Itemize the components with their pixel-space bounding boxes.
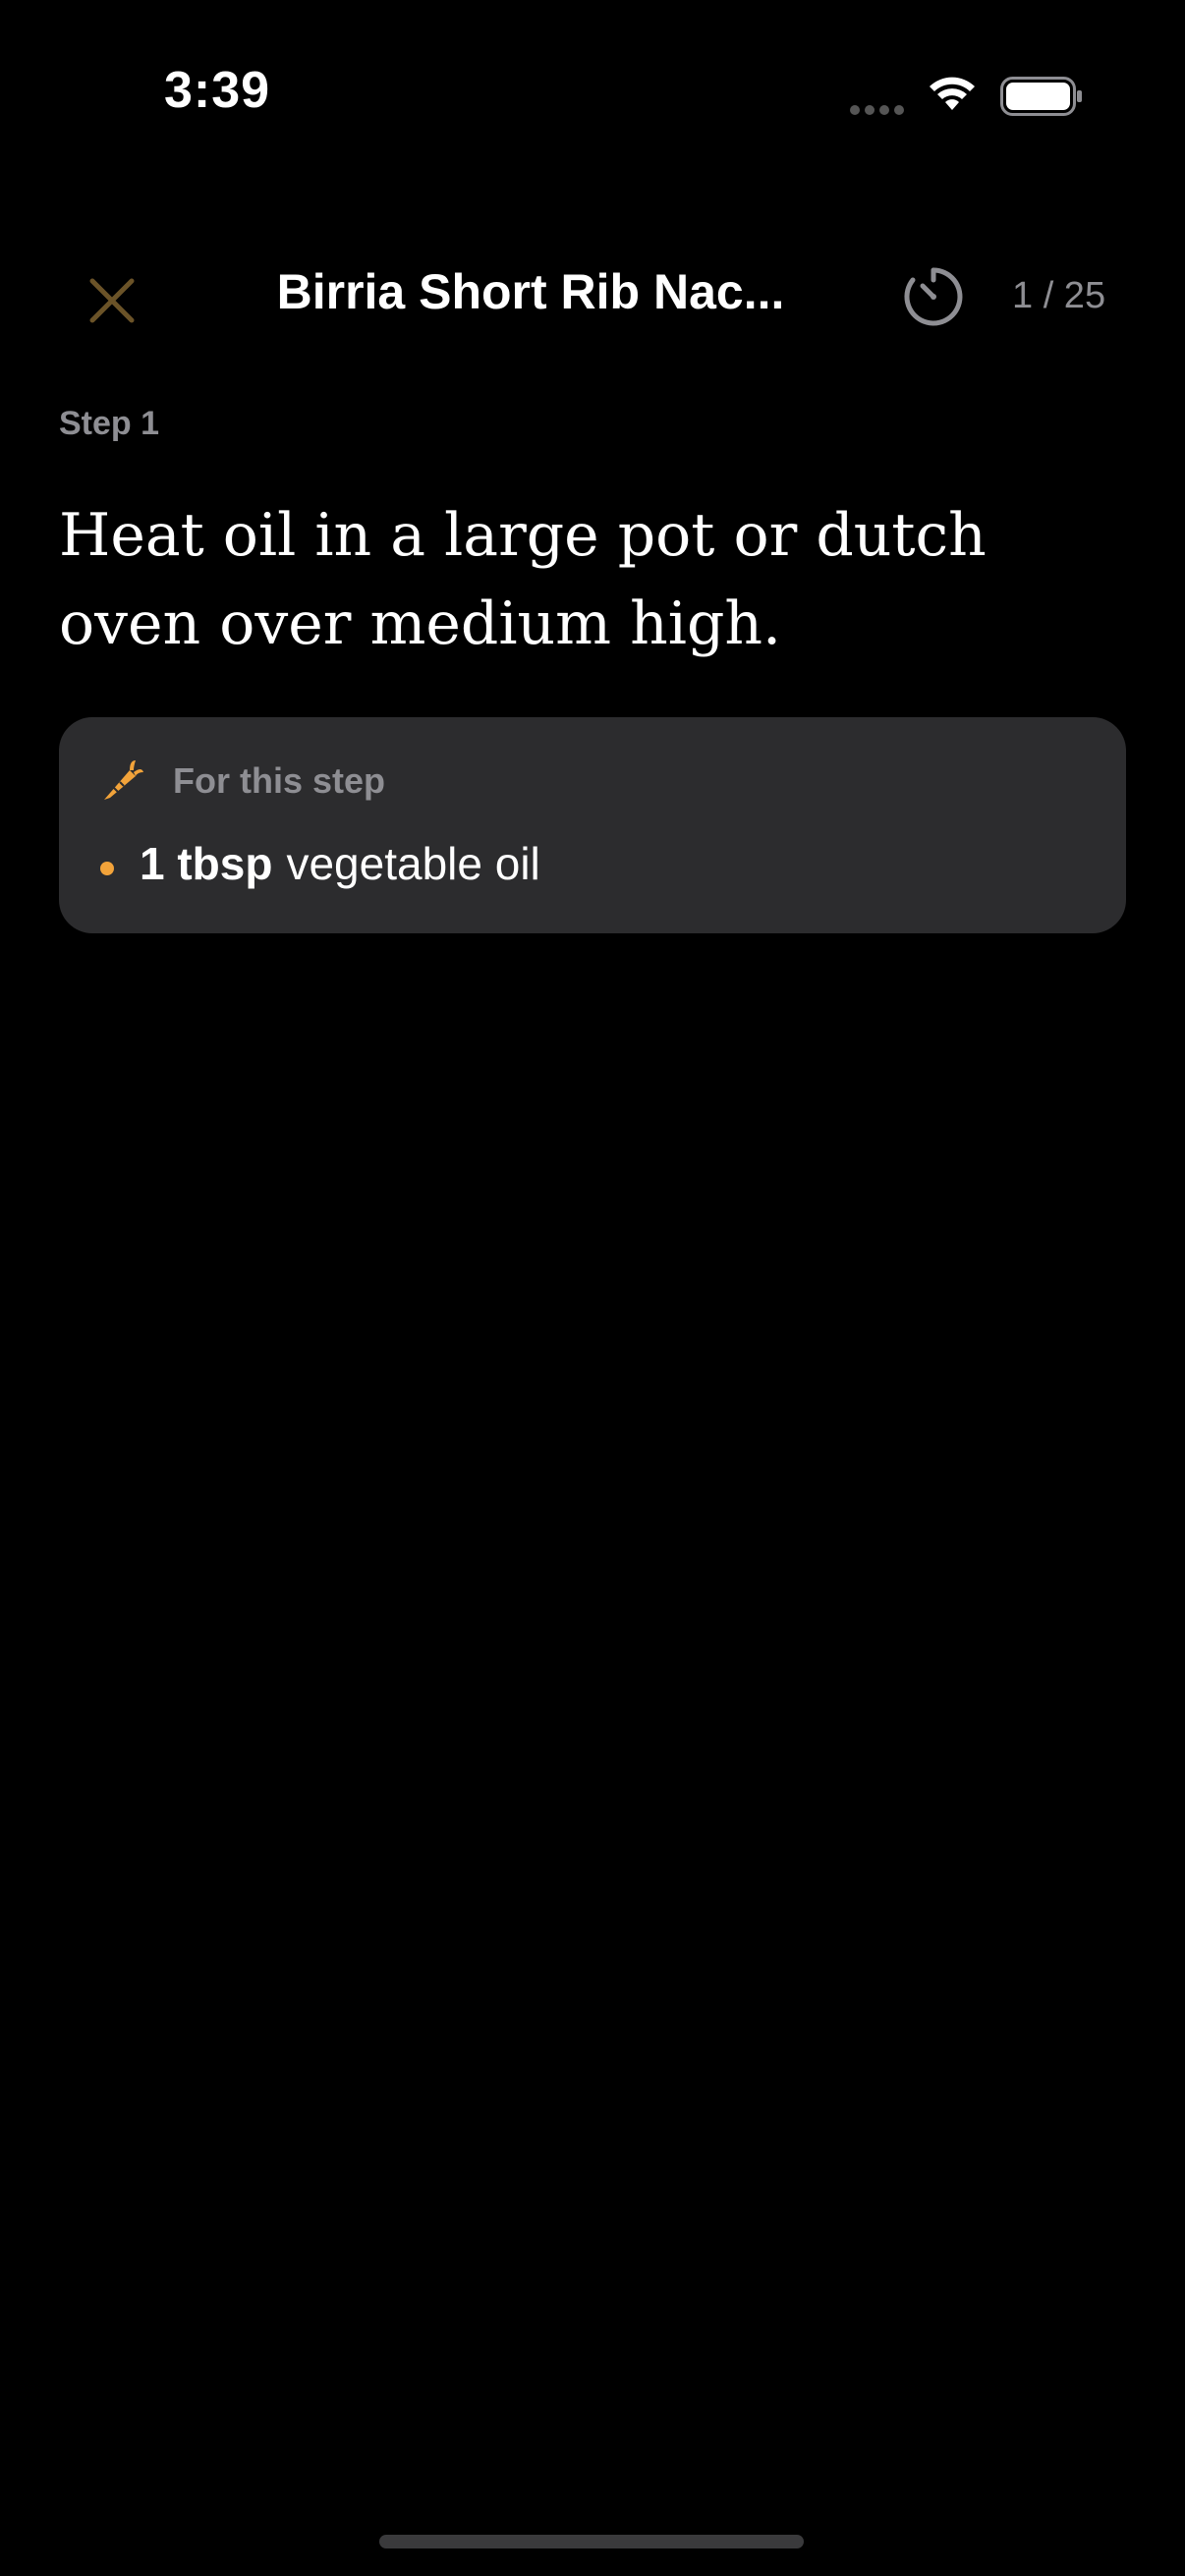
battery-icon <box>1000 77 1082 116</box>
close-icon <box>89 278 135 323</box>
status-bar: 3:39 <box>0 0 1185 196</box>
bullet-icon <box>100 862 114 875</box>
ingredient-item: 1 tbsp vegetable oil <box>100 837 540 890</box>
status-time: 3:39 <box>164 62 271 119</box>
nav-bar: Birria Short Rib Nac... 1 / 25 <box>0 236 1185 354</box>
recipe-title: Birria Short Rib Nac... <box>276 264 785 319</box>
step-ingredients-card: For this step 1 tbsp vegetable oil <box>59 717 1126 933</box>
carrot-icon <box>104 760 143 800</box>
signal-icon <box>850 105 904 115</box>
wifi-icon <box>930 77 975 110</box>
timer-button[interactable] <box>894 257 973 336</box>
step-counter: 1 / 25 <box>1012 275 1106 316</box>
card-header-label: For this step <box>173 760 386 801</box>
step-label: Step 1 <box>59 405 160 442</box>
card-header: For this step <box>100 758 385 804</box>
step-instruction: Heat oil in a large pot or dutch oven ov… <box>59 501 987 658</box>
close-button[interactable] <box>77 265 147 336</box>
ingredient-name: vegetable oil <box>286 838 540 889</box>
timer-icon <box>904 267 963 326</box>
ingredient-quantity: 1 tbsp <box>140 838 273 889</box>
home-indicator[interactable] <box>379 2535 804 2548</box>
